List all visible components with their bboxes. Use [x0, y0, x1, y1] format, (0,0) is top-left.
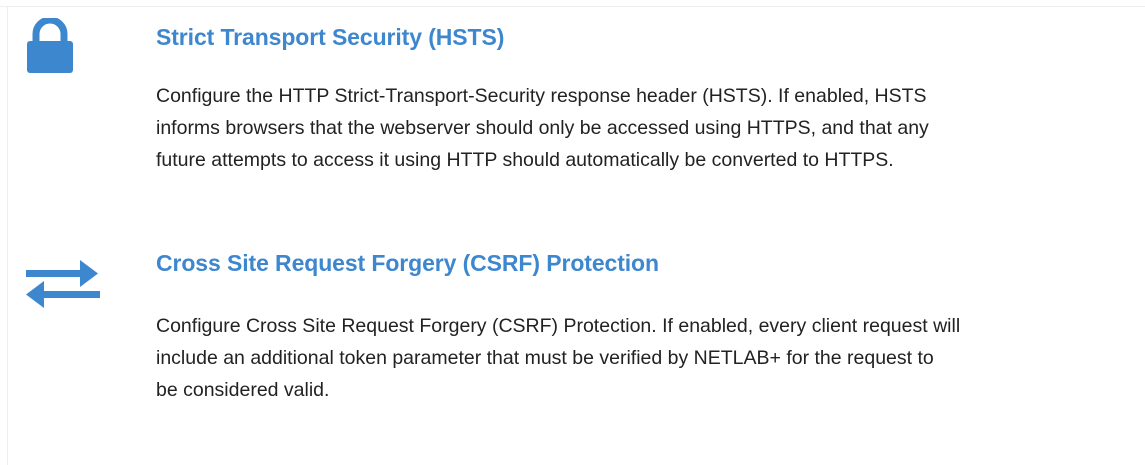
csrf-description-line: be considered valid.: [156, 379, 330, 401]
csrf-title: Cross Site Request Forgery (CSRF) Protec…: [156, 250, 659, 276]
lock-icon: [24, 16, 76, 74]
exchange-arrows-icon: [24, 256, 100, 312]
hsts-setting: Strict Transport Security (HSTS) Configu…: [0, 0, 1145, 220]
security-settings-panel: Strict Transport Security (HSTS) Configu…: [0, 0, 1145, 465]
hsts-description-line: Configure the HTTP Strict-Transport-Secu…: [156, 85, 927, 107]
csrf-description: Configure Cross Site Request Forgery (CS…: [156, 310, 1141, 406]
csrf-description-line: Configure Cross Site Request Forgery (CS…: [156, 315, 961, 337]
hsts-description-line: future attempts to access it using HTTP …: [156, 149, 894, 171]
hsts-description: Configure the HTTP Strict-Transport-Secu…: [156, 80, 1141, 176]
hsts-title: Strict Transport Security (HSTS): [156, 24, 505, 50]
csrf-description-line: include an additional token parameter th…: [156, 347, 934, 369]
hsts-description-line: informs browsers that the webserver shou…: [156, 117, 929, 139]
csrf-setting: Cross Site Request Forgery (CSRF) Protec…: [0, 220, 1145, 465]
